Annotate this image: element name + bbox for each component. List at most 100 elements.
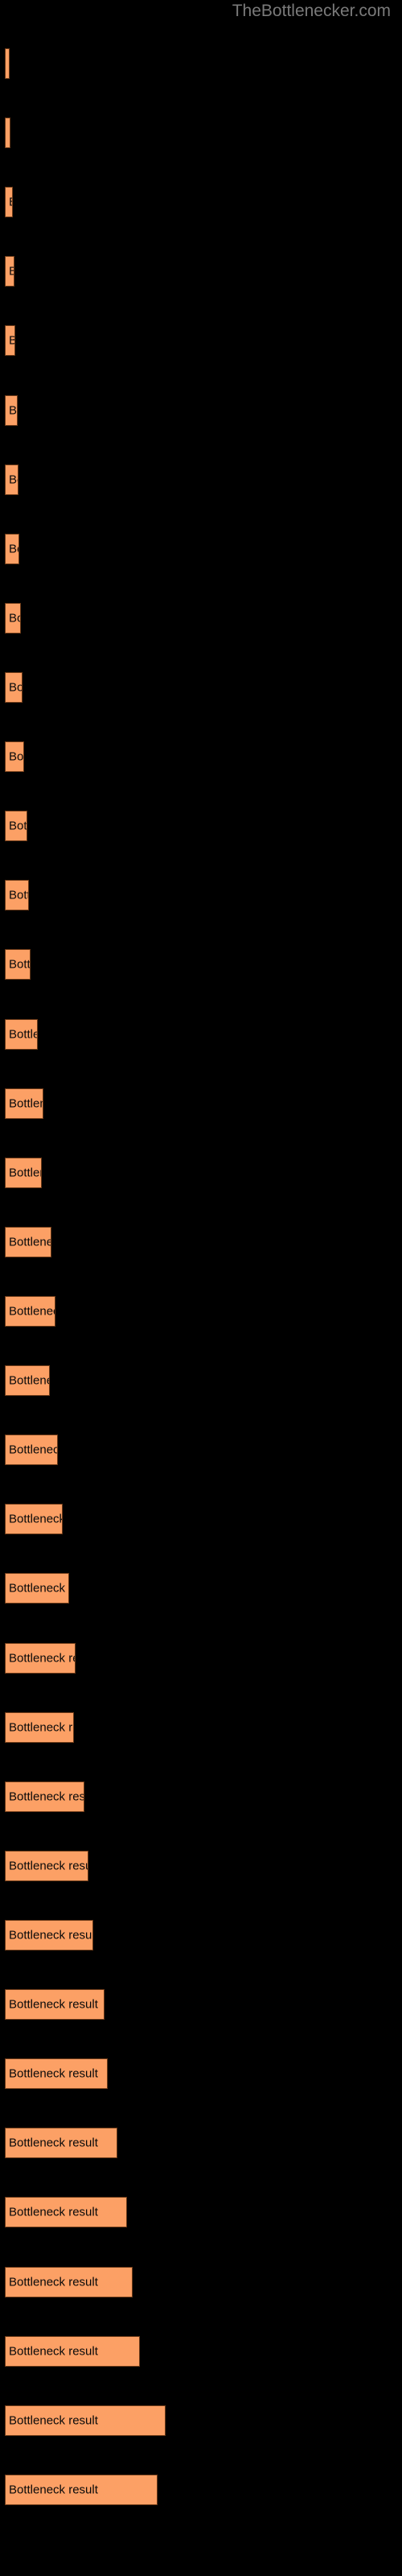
bar[interactable]: Bottleneck result xyxy=(5,1019,38,1050)
bar-row: Bottleneck result xyxy=(0,1435,402,1465)
bar[interactable]: Bottleneck result xyxy=(5,395,18,426)
bar[interactable]: Bottleneck result xyxy=(5,187,13,217)
bar-label: Bottleneck result xyxy=(9,196,12,209)
bar-row: Bottleneck result xyxy=(0,1920,402,1951)
bar-label: Bottleneck result xyxy=(9,2205,98,2219)
bar-row: Bottleneck result xyxy=(0,2405,402,2436)
bar-row: Bottleneck result xyxy=(0,118,402,148)
bar-row: Bottleneck result xyxy=(0,1989,402,2020)
bar-label: Bottleneck result xyxy=(9,1443,57,1457)
bar-label: Bottleneck result xyxy=(9,1166,41,1180)
bar[interactable]: Bottleneck result xyxy=(5,1504,63,1534)
bar[interactable]: Bottleneck result xyxy=(5,811,27,841)
bar[interactable]: Bottleneck result xyxy=(5,672,23,703)
bar-label: Bottleneck result xyxy=(9,57,10,71)
bar[interactable]: Bottleneck result xyxy=(5,1989,105,2020)
bar-row: Bottleneck result xyxy=(0,1573,402,1604)
bar-label: Bottleneck result xyxy=(9,1096,43,1111)
bar-label: Bottleneck result xyxy=(9,1720,73,1735)
bar-label: Bottleneck result xyxy=(9,749,24,764)
bar-label: Bottleneck result xyxy=(9,1790,84,1804)
bar[interactable]: Bottleneck result xyxy=(5,325,15,356)
bar-label: Bottleneck result xyxy=(9,1997,98,2012)
bar-label: Bottleneck result xyxy=(9,473,18,487)
bar[interactable]: Bottleneck result xyxy=(5,1296,55,1327)
bar-series-container: Bottleneck result Bottleneck result Bottle… xyxy=(0,0,402,2576)
bar-label: Bottleneck result xyxy=(9,1928,93,1942)
bar-label: Bottleneck result xyxy=(9,1304,55,1319)
bar[interactable]: Bottleneck result xyxy=(5,2405,166,2436)
bar-row: Bottleneck result xyxy=(0,395,402,426)
bar-row: Bottleneck result xyxy=(0,1712,402,1743)
bar[interactable]: Bottleneck result xyxy=(5,118,10,148)
bar[interactable]: Bottleneck result xyxy=(5,949,31,980)
bottleneck-bar-chart: TheBottlenecker.com Bottleneck resultBot… xyxy=(0,0,402,2576)
bar[interactable]: Bottleneck result xyxy=(5,603,21,634)
bar-row: Bottleneck result xyxy=(0,187,402,217)
bar-label: Bottleneck result xyxy=(9,888,28,902)
bar-row: Bottleneck result xyxy=(0,2336,402,2367)
bar-row: Bottleneck result xyxy=(0,880,402,910)
bar-label: Bottleneck result xyxy=(9,2275,98,2289)
bar[interactable]: Bottleneck result xyxy=(5,256,14,287)
bar[interactable]: Bottleneck result xyxy=(5,464,18,495)
bar[interactable]: Bottleneck result xyxy=(5,1920,93,1951)
bar-row: Bottleneck result xyxy=(0,464,402,495)
bar[interactable]: Bottleneck result xyxy=(5,534,19,564)
bar-row: Bottleneck result xyxy=(0,2197,402,2227)
bar-row: Bottleneck result xyxy=(0,1088,402,1119)
bar[interactable]: Bottleneck result xyxy=(5,1435,58,1465)
bar-label: Bottleneck result xyxy=(9,957,31,972)
bar[interactable]: Bottleneck result xyxy=(5,1851,88,1881)
bar-row: Bottleneck result xyxy=(0,256,402,287)
bar[interactable]: Bottleneck result xyxy=(5,2267,133,2297)
bar-row: Bottleneck result xyxy=(0,2128,402,2158)
bar[interactable]: Bottleneck result xyxy=(5,2336,140,2367)
bar-label: Bottleneck result xyxy=(9,1859,88,1873)
bar[interactable]: Bottleneck result xyxy=(5,1227,51,1257)
bar-row: Bottleneck result xyxy=(0,1781,402,1812)
bar-label: Bottleneck result xyxy=(9,403,18,418)
bar-row: Bottleneck result xyxy=(0,1296,402,1327)
bar-label: Bottleneck result xyxy=(9,2483,98,2497)
bar-row: Bottleneck result xyxy=(0,1504,402,1534)
bar-row: Bottleneck result xyxy=(0,2475,402,2505)
bar-label: Bottleneck result xyxy=(9,1235,51,1249)
bar[interactable]: Bottleneck result xyxy=(5,2197,127,2227)
bar-row: Bottleneck result xyxy=(0,1227,402,1257)
bar-row: Bottleneck result xyxy=(0,1019,402,1050)
bar-row: Bottleneck result xyxy=(0,2267,402,2297)
bar-label: Bottleneck result xyxy=(9,126,10,140)
bar-row: Bottleneck result xyxy=(0,1158,402,1188)
bar-row: Bottleneck result xyxy=(0,325,402,356)
bar[interactable]: Bottleneck result xyxy=(5,1158,42,1188)
bar[interactable]: Bottleneck result xyxy=(5,1781,84,1812)
bar-label: Bottleneck result xyxy=(9,819,27,833)
bar[interactable]: Bottleneck result xyxy=(5,48,10,79)
bar-label: Bottleneck result xyxy=(9,1027,37,1042)
bar[interactable]: Bottleneck result xyxy=(5,1365,50,1396)
bar[interactable]: Bottleneck result xyxy=(5,1573,69,1604)
bar-label: Bottleneck result xyxy=(9,542,18,556)
bar-label: Bottleneck result xyxy=(9,1651,75,1666)
bar-label: Bottleneck result xyxy=(9,1512,63,1526)
bar[interactable]: Bottleneck result xyxy=(5,741,24,772)
bar-row: Bottleneck result xyxy=(0,603,402,634)
bar-label: Bottleneck result xyxy=(9,2413,98,2428)
bar[interactable]: Bottleneck result xyxy=(5,1643,76,1674)
bar-row: Bottleneck result xyxy=(0,1365,402,1396)
bar-label: Bottleneck result xyxy=(9,2344,98,2359)
bar[interactable]: Bottleneck result xyxy=(5,1712,74,1743)
bar-row: Bottleneck result xyxy=(0,1851,402,1881)
bar[interactable]: Bottleneck result xyxy=(5,2058,108,2089)
bar-row: Bottleneck result xyxy=(0,811,402,841)
bar[interactable]: Bottleneck result xyxy=(5,2128,117,2158)
bar-label: Bottleneck result xyxy=(9,2136,98,2150)
bar[interactable]: Bottleneck result xyxy=(5,2475,158,2505)
bar[interactable]: Bottleneck result xyxy=(5,880,29,910)
bar-label: Bottleneck result xyxy=(9,680,23,695)
bar[interactable]: Bottleneck result xyxy=(5,1088,43,1119)
bar-row: Bottleneck result xyxy=(0,672,402,703)
bar-row: Bottleneck result xyxy=(0,741,402,772)
bar-label: Bottleneck result xyxy=(9,265,14,279)
